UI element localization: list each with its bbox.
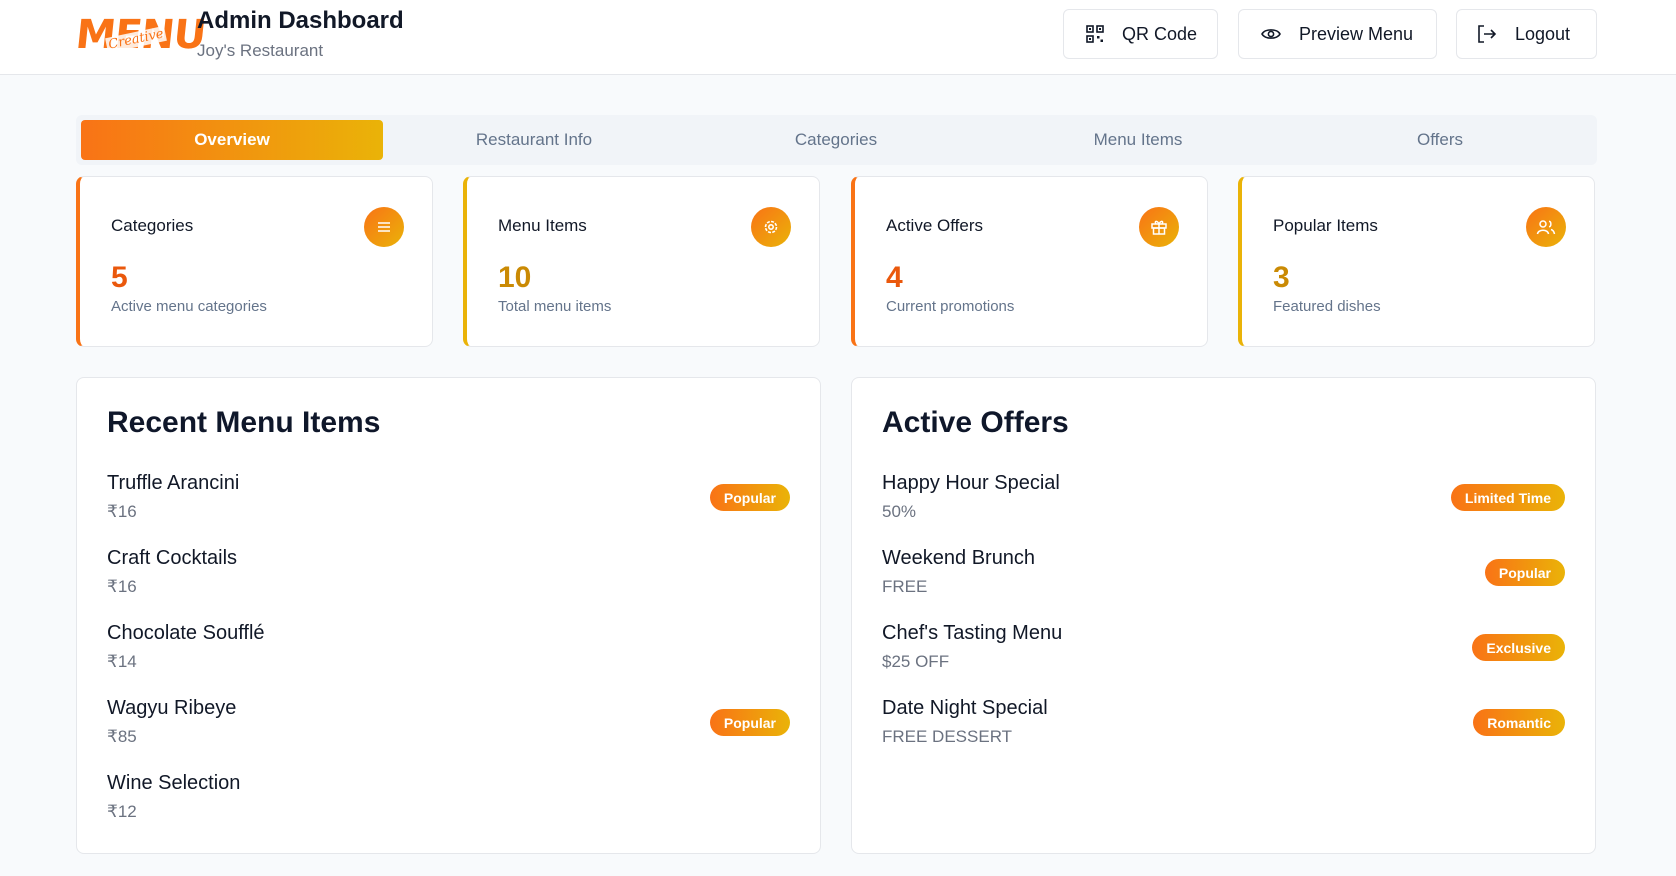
stat-desc: Total menu items [498, 298, 612, 315]
gear-icon [751, 207, 791, 247]
offer-name: Happy Hour Special [882, 472, 1060, 494]
tab-offers[interactable]: Offers [1289, 120, 1591, 160]
preview-menu-button[interactable]: Preview Menu [1238, 9, 1437, 59]
restaurant-name: Joy's Restaurant [197, 41, 324, 60]
stat-desc: Active menu categories [111, 298, 267, 315]
offer-value: $25 OFF [882, 652, 950, 671]
offer-name: Date Night Special [882, 697, 1048, 719]
preview-menu-label: Preview Menu [1299, 23, 1414, 44]
offer-name: Chef's Tasting Menu [882, 622, 1063, 644]
stat-label: Popular Items [1273, 216, 1378, 235]
stat-label: Categories [111, 216, 194, 235]
stat-value: 4 [886, 261, 903, 294]
list-item[interactable]: Chocolate Soufflé ₹14 [107, 622, 790, 682]
item-name: Wagyu Ribeye [107, 697, 237, 719]
panel-title: Active Offers [882, 406, 1069, 439]
top-header: MENU Creative Admin Dashboard Joy's Rest… [0, 0, 1676, 75]
stat-label: Active Offers [886, 216, 983, 235]
offer-name: Weekend Brunch [882, 547, 1036, 569]
offer-badge: Limited Time [1450, 484, 1565, 511]
item-name: Truffle Arancini [107, 472, 240, 494]
list-item[interactable]: Date Night Special FREE DESSERT Romantic [882, 697, 1565, 757]
list-item[interactable]: Wine Selection ₹12 [107, 772, 790, 832]
list-item[interactable]: Happy Hour Special 50% Limited Time [882, 472, 1565, 532]
stat-desc: Current promotions [886, 298, 1015, 315]
qr-code-button[interactable]: QR Code [1063, 9, 1218, 59]
item-price: ₹16 [107, 577, 137, 596]
active-offers-panel: Active Offers Happy Hour Special 50% Lim… [851, 377, 1596, 854]
list-item[interactable]: Weekend Brunch FREE Popular [882, 547, 1565, 607]
tab-restaurant-info[interactable]: Restaurant Info [383, 120, 685, 160]
stat-card-popular-items: Popular Items 3 Featured dishes [1238, 176, 1595, 347]
stat-card-active-offers: Active Offers 4 Current promotions [851, 176, 1208, 347]
stat-value: 10 [498, 261, 532, 294]
item-name: Craft Cocktails [107, 547, 238, 569]
offer-value: 50% [882, 502, 917, 521]
list-item[interactable]: Truffle Arancini ₹16 Popular [107, 472, 790, 532]
list-item[interactable]: Craft Cocktails ₹16 [107, 547, 790, 607]
stat-card-menu-items: Menu Items 10 Total menu items [463, 176, 820, 347]
logout-button[interactable]: Logout [1456, 9, 1597, 59]
list-icon [364, 207, 404, 247]
brand-logo[interactable]: MENU Creative [74, 12, 208, 58]
users-icon [1526, 207, 1566, 247]
recent-menu-items-panel: Recent Menu Items Truffle Arancini ₹16 P… [76, 377, 821, 854]
panel-title: Recent Menu Items [107, 406, 381, 439]
stat-card-categories: Categories 5 Active menu categories [76, 176, 433, 347]
tab-bar: Overview Restaurant Info Categories Menu… [76, 115, 1597, 165]
eye-icon [1261, 29, 1281, 39]
tab-categories[interactable]: Categories [685, 120, 987, 160]
stat-desc: Featured dishes [1273, 298, 1381, 315]
gift-icon [1139, 207, 1179, 247]
item-name: Chocolate Soufflé [107, 622, 265, 644]
offer-value: FREE [882, 577, 928, 596]
list-item[interactable]: Wagyu Ribeye ₹85 Popular [107, 697, 790, 757]
popular-badge: Popular [709, 484, 790, 511]
offer-badge: Romantic [1473, 709, 1565, 736]
tab-menu-items[interactable]: Menu Items [987, 120, 1289, 160]
logout-icon [1478, 25, 1497, 43]
qr-code-label: QR Code [1122, 23, 1198, 44]
item-price: ₹16 [107, 502, 137, 521]
qr-code-icon [1086, 25, 1104, 43]
stat-value: 5 [111, 261, 128, 294]
tab-overview[interactable]: Overview [81, 120, 383, 160]
list-item[interactable]: Chef's Tasting Menu $25 OFF Exclusive [882, 622, 1565, 682]
offer-badge: Exclusive [1472, 634, 1565, 661]
logout-label: Logout [1515, 23, 1571, 44]
popular-badge: Popular [709, 709, 790, 736]
stat-label: Menu Items [498, 216, 587, 235]
offer-value: FREE DESSERT [882, 727, 1013, 746]
item-price: ₹14 [107, 652, 137, 671]
page-title: Admin Dashboard [197, 7, 404, 34]
item-price: ₹12 [107, 802, 137, 821]
item-name: Wine Selection [107, 772, 241, 794]
item-price: ₹85 [107, 727, 137, 746]
offer-badge: Popular [1484, 559, 1565, 586]
stat-value: 3 [1273, 261, 1290, 294]
